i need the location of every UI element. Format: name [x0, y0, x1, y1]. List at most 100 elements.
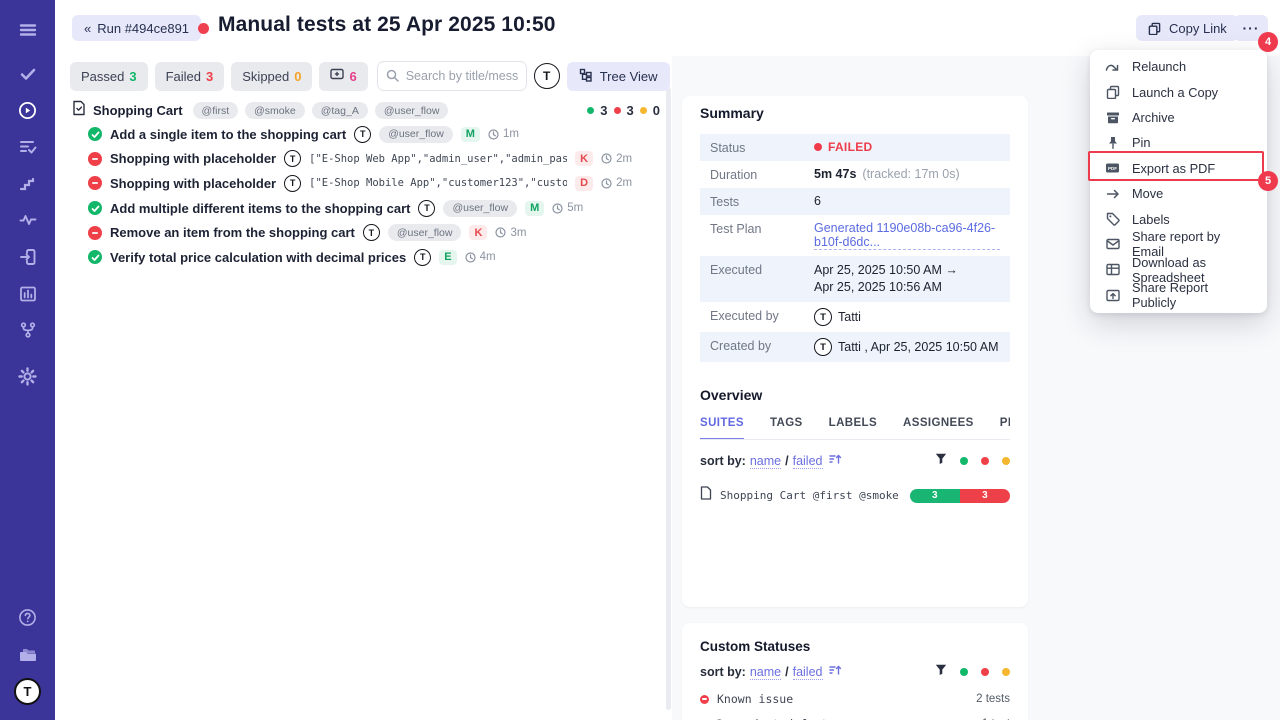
tree-view-button[interactable]: Tree View [567, 62, 670, 91]
menu-item-archive[interactable]: Archive [1090, 105, 1267, 130]
test-runs-icon[interactable] [17, 99, 39, 121]
menu-item-relaunch[interactable]: Relaunch [1090, 54, 1267, 79]
suite-passed-count: 3 [600, 103, 607, 118]
test-title: Verify total price calculation with deci… [110, 250, 406, 265]
summary-row-duration: Duration 5m 47s(tracked: 17m 0s) [700, 161, 1010, 188]
legend-passed-dot[interactable] [960, 457, 968, 465]
legend-failed-dot[interactable] [981, 668, 989, 676]
test-cases-icon[interactable] [17, 63, 39, 85]
assignee-avatar[interactable]: T [534, 63, 560, 89]
run-back-button[interactable]: « Run #494ce891 [72, 15, 201, 41]
test-parameters: ["E-Shop Web App","admin_user","admin_pa… [309, 153, 567, 165]
panel-scrollbar[interactable] [666, 88, 671, 710]
legend-skipped-dot[interactable] [1002, 668, 1010, 676]
shared-steps-icon[interactable] [17, 173, 39, 195]
sort-by-name-link[interactable]: name [750, 665, 781, 680]
overview-title: Overview [700, 387, 1010, 403]
menu-item-share-publicly[interactable]: Share Report Publicly [1090, 283, 1267, 308]
sort-direction-icon[interactable] [829, 452, 842, 470]
analytics-icon[interactable] [17, 283, 39, 305]
menu-item-label: Export as PDF [1132, 161, 1215, 176]
sort-by-failed-link[interactable]: failed [793, 665, 823, 680]
failed-status-dot [700, 695, 709, 704]
menu-item-share-email[interactable]: Share report by Email [1090, 232, 1267, 257]
menu-item-download-spreadsheet[interactable]: Download as Spreadsheet [1090, 257, 1267, 282]
suite-tag[interactable]: @smoke [245, 102, 305, 119]
suite-tag[interactable]: @tag_A [312, 102, 368, 119]
sort-by-failed-link[interactable]: failed [793, 454, 823, 469]
tab-assignees[interactable]: ASSIGNEES [903, 417, 974, 439]
assignee-avatar: T [363, 224, 380, 241]
milestones-icon[interactable] [17, 319, 39, 341]
filter-funnel-icon[interactable] [935, 663, 947, 681]
sort-by-label: sort by: [700, 665, 746, 679]
legend-skipped-dot[interactable] [1002, 457, 1010, 465]
summary-row-created-by: Created by TTatti , Apr 25, 2025 10:50 A… [700, 332, 1010, 362]
spreadsheet-icon [1105, 262, 1120, 277]
projects-folder-icon[interactable] [17, 644, 39, 666]
search-wrap [377, 61, 527, 91]
legend-passed-dot[interactable] [960, 668, 968, 676]
filter-failed-button[interactable]: Failed 3 [155, 62, 225, 91]
milestone-badge: K [469, 225, 487, 240]
sidebar: T [0, 0, 55, 720]
user-avatar-logo[interactable]: T [14, 678, 41, 705]
copy-link-button[interactable]: Copy Link [1136, 15, 1238, 41]
menu-item-label: Pin [1132, 135, 1151, 150]
filter-funnel-icon[interactable] [935, 452, 947, 470]
settings-gear-icon[interactable] [17, 365, 39, 387]
test-tag[interactable]: @user_flow [443, 200, 517, 217]
suite-header-row[interactable]: Shopping Cart @first @smoke @tag_A @user… [72, 100, 660, 121]
overview-suite-row[interactable]: Shopping Cart @first @smoke … 3 3 [700, 486, 1010, 505]
menu-item-export-pdf[interactable]: PDF Export as PDF [1090, 156, 1267, 181]
file-icon [700, 486, 712, 505]
menu-item-move[interactable]: Move [1090, 181, 1267, 206]
suite-tag[interactable]: @user_flow [375, 102, 449, 119]
tab-tags[interactable]: TAGS [770, 417, 803, 439]
clock-icon [552, 203, 563, 214]
passed-status-icon [88, 127, 102, 141]
failed-dot [614, 107, 621, 114]
legend-failed-dot[interactable] [981, 457, 989, 465]
help-icon[interactable] [17, 606, 39, 628]
clock-icon [465, 252, 476, 263]
passed-count: 3 [129, 69, 136, 84]
search-input[interactable] [377, 61, 527, 91]
activity-icon[interactable] [17, 209, 39, 231]
test-row[interactable]: Add a single item to the shopping cart T… [88, 122, 660, 147]
menu-item-label: Labels [1132, 212, 1170, 227]
passed-status-icon [88, 250, 102, 264]
filter-skipped-button[interactable]: Skipped 0 [231, 62, 312, 91]
test-row[interactable]: Remove an item from the shopping cart T … [88, 220, 660, 245]
suite-tag[interactable]: @first [193, 102, 239, 119]
requirements-icon[interactable] [17, 246, 39, 268]
sort-direction-icon[interactable] [829, 663, 842, 681]
filter-comments-button[interactable]: 6 [319, 62, 367, 91]
test-plan-link[interactable]: Generated 1190e08b-ca96-4f26-b10f-d6dc..… [814, 221, 1000, 250]
menu-item-pin[interactable]: Pin [1090, 130, 1267, 155]
custom-status-row[interactable]: Known issue 2 tests [700, 692, 1010, 706]
skipped-label: Skipped [242, 69, 289, 84]
tab-labels[interactable]: LABELS [829, 417, 877, 439]
tab-suites[interactable]: SUITES [700, 417, 744, 440]
tab-priority[interactable]: PRIORITY [1000, 417, 1010, 439]
test-duration: 4m [480, 251, 496, 263]
menu-item-labels[interactable]: Labels [1090, 206, 1267, 231]
milestone-badge: E [439, 250, 456, 265]
test-row[interactable]: Shopping with placeholder T ["E-Shop Web… [88, 147, 660, 172]
test-row[interactable]: Verify total price calculation with deci… [88, 245, 660, 270]
tree-view-icon [579, 68, 593, 85]
hamburger-menu-icon[interactable] [17, 19, 39, 41]
test-row[interactable]: Add multiple different items to the shop… [88, 196, 660, 221]
test-tag[interactable]: @user_flow [379, 126, 453, 143]
test-duration: 1m [503, 128, 519, 140]
suite-results-bar[interactable]: 3 3 [910, 489, 1010, 503]
sort-by-name-link[interactable]: name [750, 454, 781, 469]
duration-value: 5m 47s [814, 167, 856, 181]
test-row[interactable]: Shopping with placeholder T ["E-Shop Mob… [88, 171, 660, 196]
menu-item-launch-copy[interactable]: Launch a Copy [1090, 79, 1267, 104]
test-tag[interactable]: @user_flow [388, 224, 462, 241]
filter-passed-button[interactable]: Passed 3 [70, 62, 148, 91]
reviews-icon[interactable] [17, 136, 39, 158]
test-title: Add a single item to the shopping cart [110, 127, 346, 142]
